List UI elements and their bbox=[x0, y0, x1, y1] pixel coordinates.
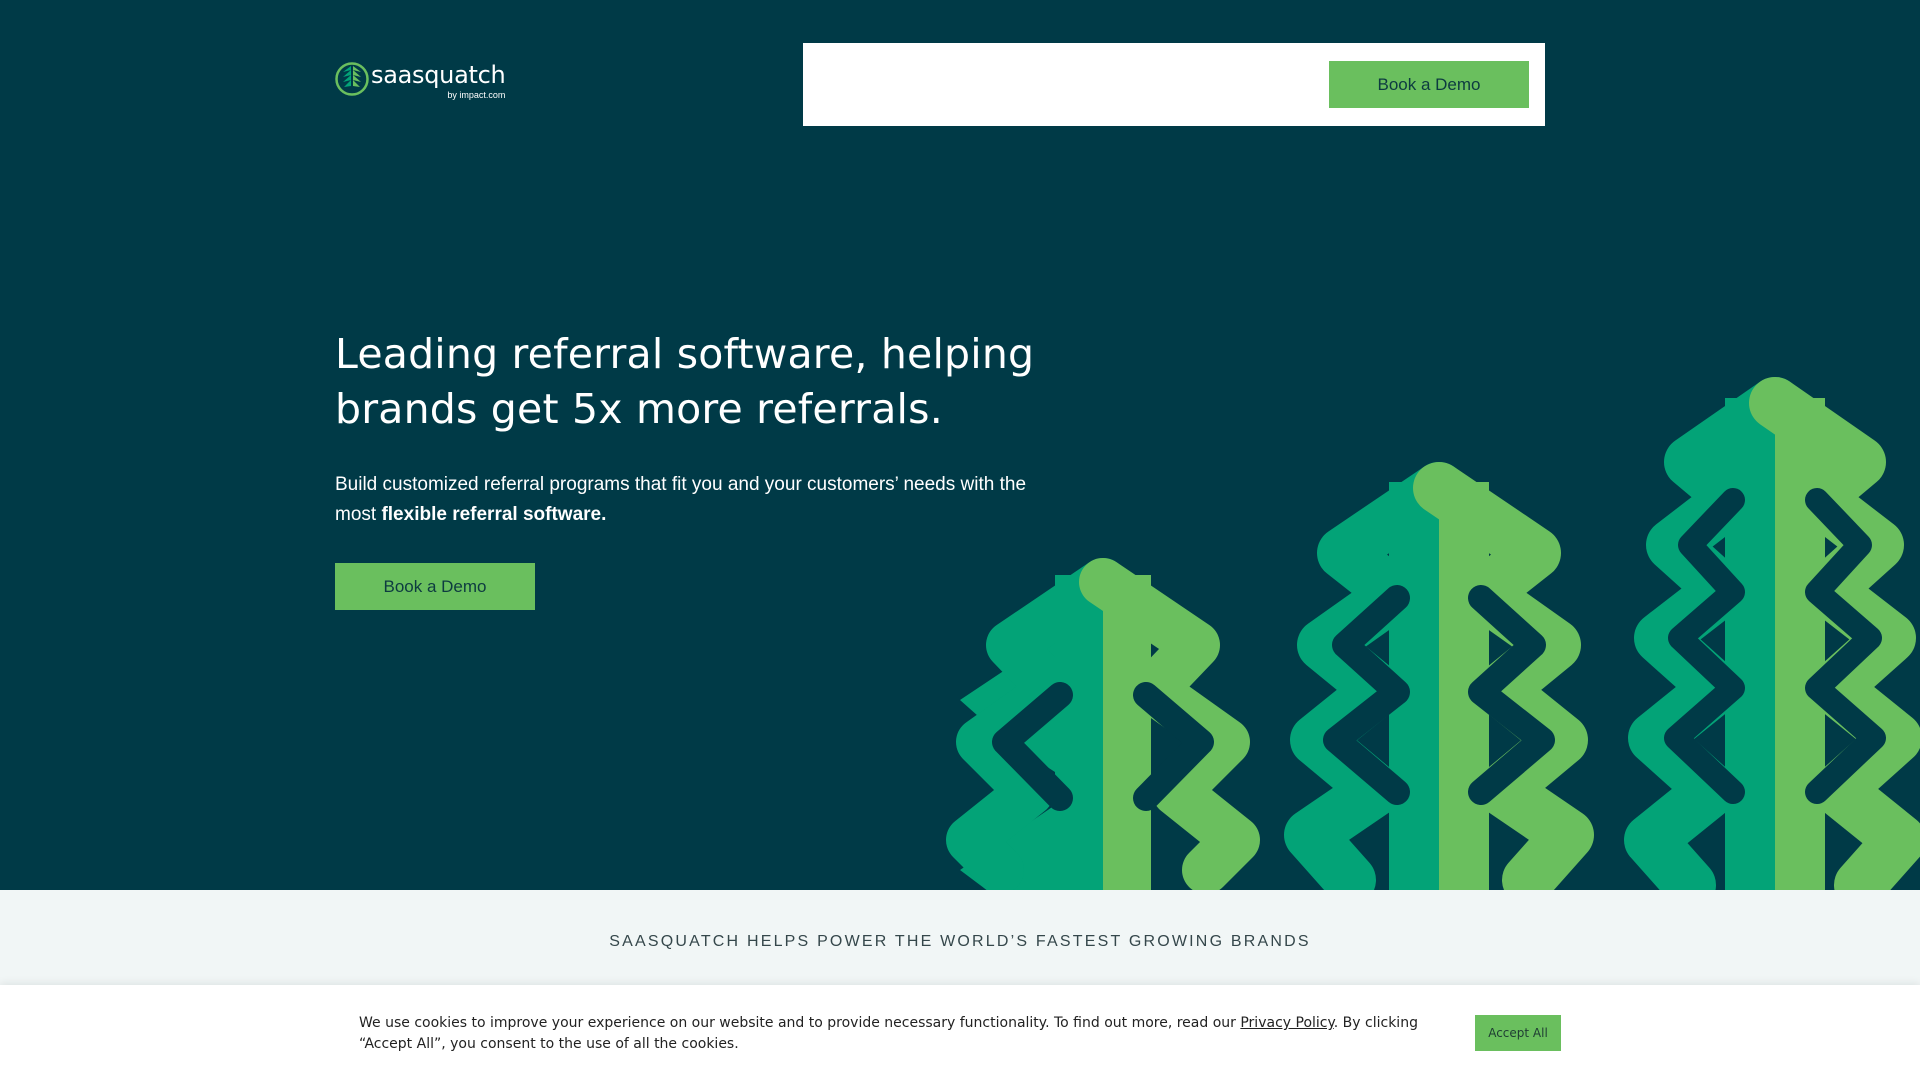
accept-all-button[interactable]: Accept All bbox=[1475, 1015, 1561, 1051]
cookie-banner: We use cookies to improve your experienc… bbox=[0, 985, 1920, 1080]
tree-medium bbox=[1284, 462, 1594, 890]
cookie-text-before: We use cookies to improve your experienc… bbox=[359, 1015, 1241, 1031]
tree-small bbox=[946, 558, 1260, 890]
pine-trees-illustration bbox=[946, 377, 1920, 890]
brands-heading: SAASQUATCH HELPS POWER THE WORLD’S FASTE… bbox=[609, 933, 1311, 950]
cookie-message: We use cookies to improve your experienc… bbox=[359, 1013, 1469, 1055]
tree-large bbox=[1624, 377, 1920, 890]
hero-section: saasquatch by impact.com Book a Demo Lea… bbox=[0, 0, 1920, 890]
privacy-policy-link[interactable]: Privacy Policy bbox=[1240, 1015, 1333, 1031]
